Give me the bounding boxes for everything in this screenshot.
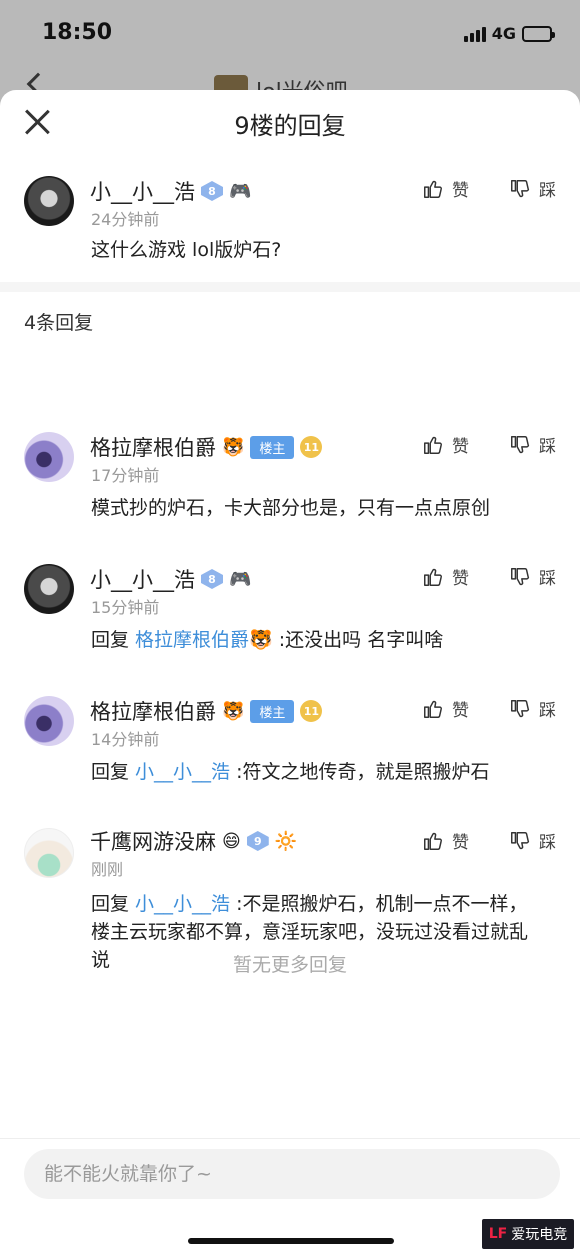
comment-actions: 赞 踩 [422,564,556,589]
host-badge: 楼主 [250,435,295,459]
level-badge: 8 [201,569,223,589]
like-button[interactable]: 赞 [422,176,469,201]
dislike-button[interactable]: 踩 [509,828,556,853]
reply-sheet: 9楼的回复 小__小__浩 8 🎮 赞 踩 24分钟前 这什么游戏 lol版炉石… [0,90,580,1255]
host-badge: 楼主 [250,699,295,723]
dislike-button[interactable]: 踩 [509,564,556,589]
dislike-button[interactable]: 踩 [509,696,556,721]
avatar[interactable] [24,564,74,614]
mention-link[interactable]: 格拉摩根伯爵🐯 [135,629,273,651]
comment-actions: 赞 踩 [422,432,556,457]
user-name[interactable]: 格拉摩根伯爵 [90,696,216,726]
thumbs-down-icon [511,567,530,585]
comment-header: 格拉摩根伯爵 🐯 楼主 11 [90,432,323,462]
comment-time: 15分钟前 [91,598,160,617]
user-name[interactable]: 小__小__浩 [90,176,195,206]
dislike-button[interactable]: 踩 [509,432,556,457]
tiger-emoji: 🐯 [222,436,245,458]
mention-link[interactable]: 小__小__浩 [135,761,230,783]
sheet-header: 9楼的回复 [0,90,580,152]
status-bar: 18:50 4G [0,0,580,70]
like-button[interactable]: 赞 [422,564,469,589]
like-button[interactable]: 赞 [422,828,469,853]
comment-text: 回复 格拉摩根伯爵🐯 :还没出吗 名字叫啥 [91,629,444,651]
divider [0,282,580,292]
level-badge: 8 [201,181,223,201]
mention-link[interactable]: 小__小__浩 [135,893,230,915]
dislike-button[interactable]: 踩 [509,176,556,201]
thumbs-down-icon [511,831,530,849]
thumbs-down-icon [511,435,530,453]
thumbs-up-icon [424,180,443,198]
status-time: 18:50 [42,20,113,45]
user-name[interactable]: 格拉摩根伯爵 [90,432,216,462]
comment-actions: 赞 踩 [422,696,556,721]
comment-time: 24分钟前 [91,210,160,229]
comment-header: 小__小__浩 8 🎮 [90,176,251,206]
comment-text: 这什么游戏 lol版炉石? [91,239,282,261]
avatar[interactable] [24,176,74,226]
comment-header: 小__小__浩 8 🎮 [90,564,251,594]
comment-text: 模式抄的炉石，卡大部分也是，只有一点点原创 [91,497,491,519]
home-indicator [188,1238,394,1244]
watermark-logo: LF [488,1226,508,1242]
smile-emoji: 😄 [222,830,241,852]
level-badge: 11 [300,700,323,722]
user-name[interactable]: 小__小__浩 [90,564,195,594]
watermark: LF 爱玩电竞 [482,1219,574,1249]
no-more-replies: 暂无更多回复 [232,954,347,976]
comment-actions: 赞 踩 [422,176,556,201]
comment-actions: 赞 踩 [422,828,556,853]
tiger-emoji: 🐯 [222,700,245,722]
comment-time: 17分钟前 [91,466,160,485]
comment-text: 回复 小__小__浩 :符文之地传奇，就是照搬炉石 [91,761,490,783]
level-badge: 9 [246,831,269,851]
comment-header: 千鹰网游没麻 😄 9 🔆 [90,826,297,856]
sheet-title: 9楼的回复 [234,112,346,140]
medal-icon: 🎮 [229,180,252,202]
replies-count: 4条回复 [24,312,94,334]
status-indicators: 4G [463,24,555,43]
battery-icon [522,25,555,42]
avatar[interactable] [24,828,74,878]
reply-input[interactable] [24,1149,560,1199]
thumbs-up-icon [424,568,443,586]
medal-icon: 🎮 [229,568,252,590]
comment-header: 格拉摩根伯爵 🐯 楼主 11 [90,696,323,726]
thumbs-down-icon [511,699,530,717]
signal-icon [463,26,486,42]
avatar[interactable] [24,432,74,482]
comment-time: 刚刚 [91,860,124,879]
like-button[interactable]: 赞 [422,696,469,721]
thumbs-up-icon [424,832,443,850]
thumbs-down-icon [511,179,530,197]
like-button[interactable]: 赞 [422,432,469,457]
user-name[interactable]: 千鹰网游没麻 [90,826,216,856]
level-badge: 11 [300,436,323,458]
thumbs-up-icon [424,700,443,718]
avatar[interactable] [24,696,74,746]
network-label: 4G [491,24,516,43]
thumbs-up-icon [424,436,443,454]
sun-medal-icon: 🔆 [274,830,298,852]
comment-time: 14分钟前 [91,730,160,749]
